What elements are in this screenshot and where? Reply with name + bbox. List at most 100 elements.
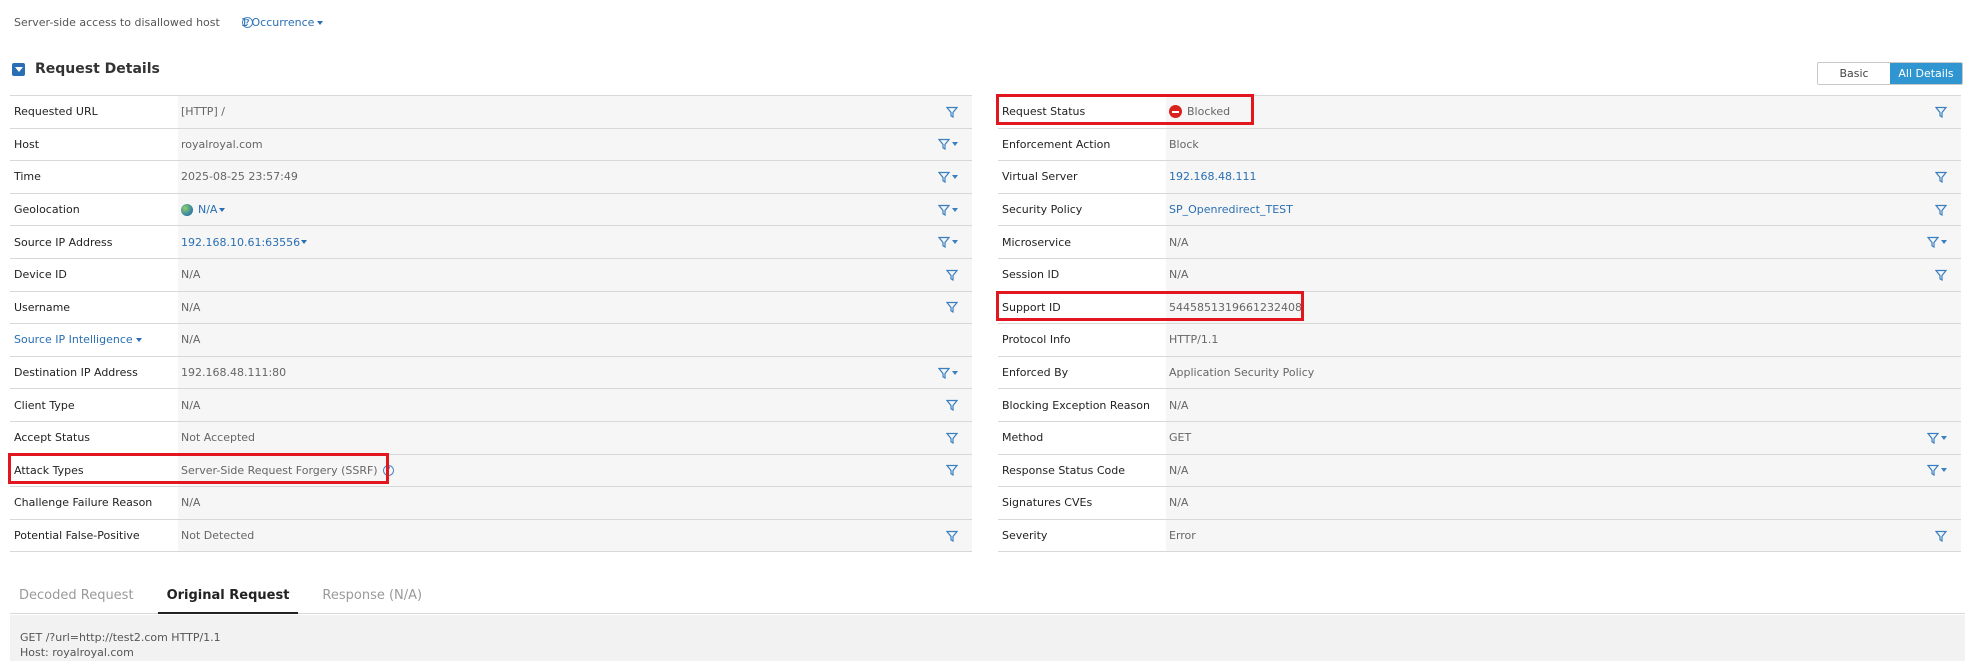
filter-icon[interactable] — [1935, 204, 1947, 216]
occurrences-dropdown[interactable]: 1 Occurrence — [241, 16, 324, 29]
row-value: N/A — [1166, 454, 1961, 487]
row-label: Device ID — [10, 258, 178, 291]
value-text: N/A — [181, 300, 201, 314]
virtual-server-link[interactable]: 192.168.48.111 — [1169, 170, 1256, 183]
tab-decoded-request[interactable]: Decoded Request — [10, 573, 143, 614]
row-value: [HTTP] / — [178, 96, 972, 128]
value-text: N/A — [1169, 235, 1189, 249]
table-row: Session ID N/A — [998, 258, 1961, 292]
row-label: Challenge Failure Reason — [10, 487, 178, 519]
table-row: Username N/A — [10, 291, 972, 325]
table-row: Accept Status Not Accepted — [10, 421, 972, 455]
request-line: GET /?url=http://test2.com HTTP/1.1 — [20, 631, 221, 644]
table-row: Blocking Exception Reason N/A — [998, 389, 1961, 422]
source-ip-link[interactable]: 192.168.10.61:63556 — [181, 236, 300, 249]
row-label: Requested URL — [10, 96, 178, 128]
table-row: Request Status Blocked — [998, 96, 1961, 129]
row-value: HTTP/1.1 — [1166, 324, 1961, 356]
table-row: Attack Types Server-Side Request Forgery… — [10, 454, 972, 488]
value-text: [HTTP] / — [181, 105, 225, 119]
help-icon[interactable]: ? — [382, 464, 394, 476]
filter-dropdown-icon[interactable] — [938, 138, 958, 151]
row-label: Attack Types — [10, 454, 178, 487]
filter-icon[interactable] — [1935, 530, 1947, 542]
row-label: Geolocation — [10, 193, 178, 226]
row-label: Potential False-Positive — [10, 519, 178, 552]
value-text: Error — [1169, 529, 1196, 543]
filter-icon[interactable] — [946, 464, 958, 477]
table-row: Severity Error — [998, 519, 1961, 553]
row-value: N/A — [178, 487, 972, 519]
row-label: Enforcement Action — [998, 128, 1166, 161]
value-text: N/A — [181, 333, 201, 347]
table-row: Destination IP Address 192.168.48.111:80 — [10, 356, 972, 390]
table-row: Time 2025-08-25 23:57:49 — [10, 161, 972, 194]
collapse-icon[interactable] — [12, 62, 25, 76]
chevron-down-icon[interactable] — [219, 207, 226, 212]
filter-icon[interactable] — [1935, 106, 1947, 118]
table-row: Virtual Server 192.168.48.111 — [998, 161, 1961, 194]
row-label: Microservice — [998, 226, 1166, 258]
value-text: N/A — [181, 268, 201, 282]
filter-dropdown-icon[interactable] — [1927, 432, 1947, 444]
filter-dropdown-icon[interactable] — [938, 204, 958, 216]
row-value: N/A — [178, 389, 972, 421]
row-value: Blocked — [1166, 96, 1961, 128]
table-row: Challenge Failure Reason N/A — [10, 487, 972, 520]
basic-button[interactable]: Basic — [1818, 63, 1890, 84]
table-row: Protocol Info HTTP/1.1 — [998, 324, 1961, 357]
value-text: royalroyal.com — [181, 137, 263, 151]
value-text: Blocked — [1187, 105, 1231, 119]
row-value: 5445851319661232408 — [1166, 291, 1961, 324]
filter-dropdown-icon[interactable] — [938, 367, 958, 379]
row-label: Source IP Address — [10, 226, 178, 258]
row-value: N/A — [1166, 258, 1961, 291]
chevron-down-icon[interactable] — [135, 337, 142, 342]
value-text: 192.168.48.111:80 — [181, 366, 287, 380]
filter-icon[interactable] — [946, 530, 958, 542]
filter-dropdown-icon[interactable] — [1927, 236, 1947, 249]
section-title: Request Details — [35, 61, 160, 77]
row-label[interactable]: Source IP Intelligence — [10, 324, 178, 356]
row-value: N/A — [1166, 389, 1961, 421]
filter-icon[interactable] — [1935, 269, 1947, 281]
value-text: Application Security Policy — [1169, 366, 1315, 380]
globe-icon — [181, 203, 193, 216]
value-text: N/A — [1169, 398, 1189, 412]
filter-icon[interactable] — [946, 269, 958, 281]
filter-dropdown-icon[interactable] — [938, 236, 958, 249]
source-ip-intelligence-link[interactable]: Source IP Intelligence — [14, 333, 133, 346]
value-text: Block — [1169, 137, 1199, 151]
chevron-down-icon[interactable] — [301, 240, 308, 245]
row-label: Host — [10, 128, 178, 161]
table-row: Signatures CVEs N/A — [998, 487, 1961, 520]
filter-icon[interactable] — [946, 399, 958, 412]
filter-icon[interactable] — [1935, 171, 1947, 183]
request-details-left: Requested URL [HTTP] / Host royalroyal.c… — [10, 95, 972, 553]
value-text: HTTP/1.1 — [1169, 333, 1219, 347]
tab-original-request[interactable]: Original Request — [157, 573, 299, 614]
all-details-button[interactable]: All Details — [1890, 63, 1962, 84]
row-label: Method — [998, 421, 1166, 454]
security-policy-link[interactable]: SP_Openredirect_TEST — [1169, 203, 1293, 216]
table-row: Method GET — [998, 421, 1961, 455]
table-row: Source IP Address 192.168.10.61:63556 — [10, 226, 972, 259]
geolocation-link[interactable]: N/A — [198, 203, 217, 216]
row-value: N/A — [1166, 487, 1961, 519]
section-header: Request Details — [12, 61, 160, 77]
filter-icon[interactable] — [946, 106, 958, 118]
row-value: Not Detected — [178, 519, 972, 552]
tab-response[interactable]: Response (N/A) — [313, 573, 431, 614]
filter-icon[interactable] — [946, 432, 958, 444]
filter-dropdown-icon[interactable] — [938, 171, 958, 183]
row-label: Destination IP Address — [10, 356, 178, 389]
row-value: 2025-08-25 23:57:49 — [178, 161, 972, 193]
request-tabs: Decoded Request Original Request Respons… — [10, 573, 1965, 614]
row-label: Request Status — [998, 96, 1166, 128]
value-text: 5445851319661232408 — [1169, 300, 1302, 314]
filter-dropdown-icon[interactable] — [1927, 464, 1947, 477]
filter-icon[interactable] — [946, 301, 958, 314]
row-value: N/A — [178, 193, 972, 226]
row-label: Client Type — [10, 389, 178, 421]
chevron-down-icon — [317, 20, 324, 25]
